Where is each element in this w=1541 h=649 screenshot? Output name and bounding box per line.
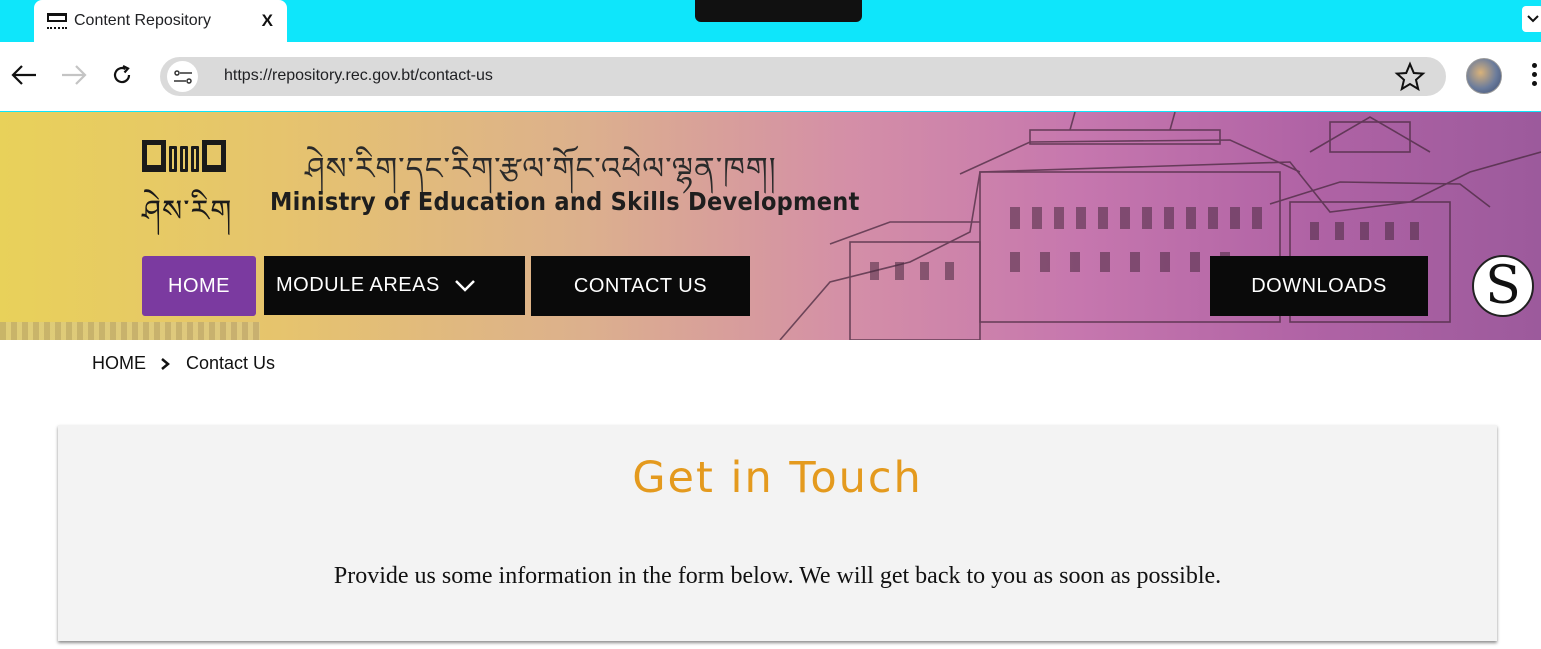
browser-tab[interactable]: Content Repository X [34,0,287,42]
reload-icon[interactable] [106,59,138,91]
nav-module-areas-label: MODULE AREAS [276,274,440,296]
tab-title: Content Repository [74,12,211,29]
contact-description: Provide us some information in the form … [333,563,1222,589]
breadcrumb: HOME Contact Us [92,353,275,374]
nav-home-label: HOME [168,274,230,297]
browser-tab-bar: Content Repository X [0,0,1541,42]
site-info-icon[interactable] [167,61,198,92]
ministry-logo[interactable]: ཤེས་རིག [142,138,238,229]
ground-texture [0,322,260,340]
url-text[interactable]: https://repository.rec.gov.bt/contact-us [224,67,493,85]
chevron-down-icon [454,279,475,292]
camera-notch [695,0,862,22]
nav-downloads-label: DOWNLOADS [1251,274,1387,297]
back-arrow-icon[interactable] [8,59,40,91]
chevron-right-icon [160,357,170,371]
s-extension-icon[interactable]: S [1472,255,1534,317]
logo-dzongkha-text: ཤེས་རིག [142,194,233,229]
bookmark-star-icon[interactable] [1394,61,1426,98]
breadcrumb-home-link[interactable]: HOME [92,353,146,374]
nav-contact-us-button[interactable]: CONTACT US [531,256,750,316]
ministry-name: Ministry of Education and Skills Develop… [270,187,860,216]
nav-home-button[interactable]: HOME [142,256,256,316]
forward-arrow-icon[interactable] [58,59,90,91]
site-favicon-icon [46,11,68,31]
page-title: Get in Touch [632,453,923,503]
nav-downloads-button[interactable]: DOWNLOADS [1210,256,1428,316]
browser-menu-icon[interactable] [1527,63,1541,91]
tab-search-chevron-icon[interactable] [1522,6,1541,32]
breadcrumb-current: Contact Us [186,353,276,373]
tab-close-icon[interactable]: X [262,11,273,31]
nav-module-areas-button[interactable]: MODULE AREAS [264,256,525,315]
profile-avatar[interactable] [1466,58,1502,94]
nav-contact-us-label: CONTACT US [573,274,708,297]
browser-toolbar: https://repository.rec.gov.bt/contact-us [0,42,1541,112]
address-bar[interactable]: https://repository.rec.gov.bt/contact-us [160,57,1446,96]
site-header-banner: ཤེས་རིག ཤེས་རིག་དང་རིག་རྩལ་གོང་འཕེལ་ལྷན་… [0,112,1541,340]
contact-card: Get in Touch Provide us some information… [58,425,1497,641]
